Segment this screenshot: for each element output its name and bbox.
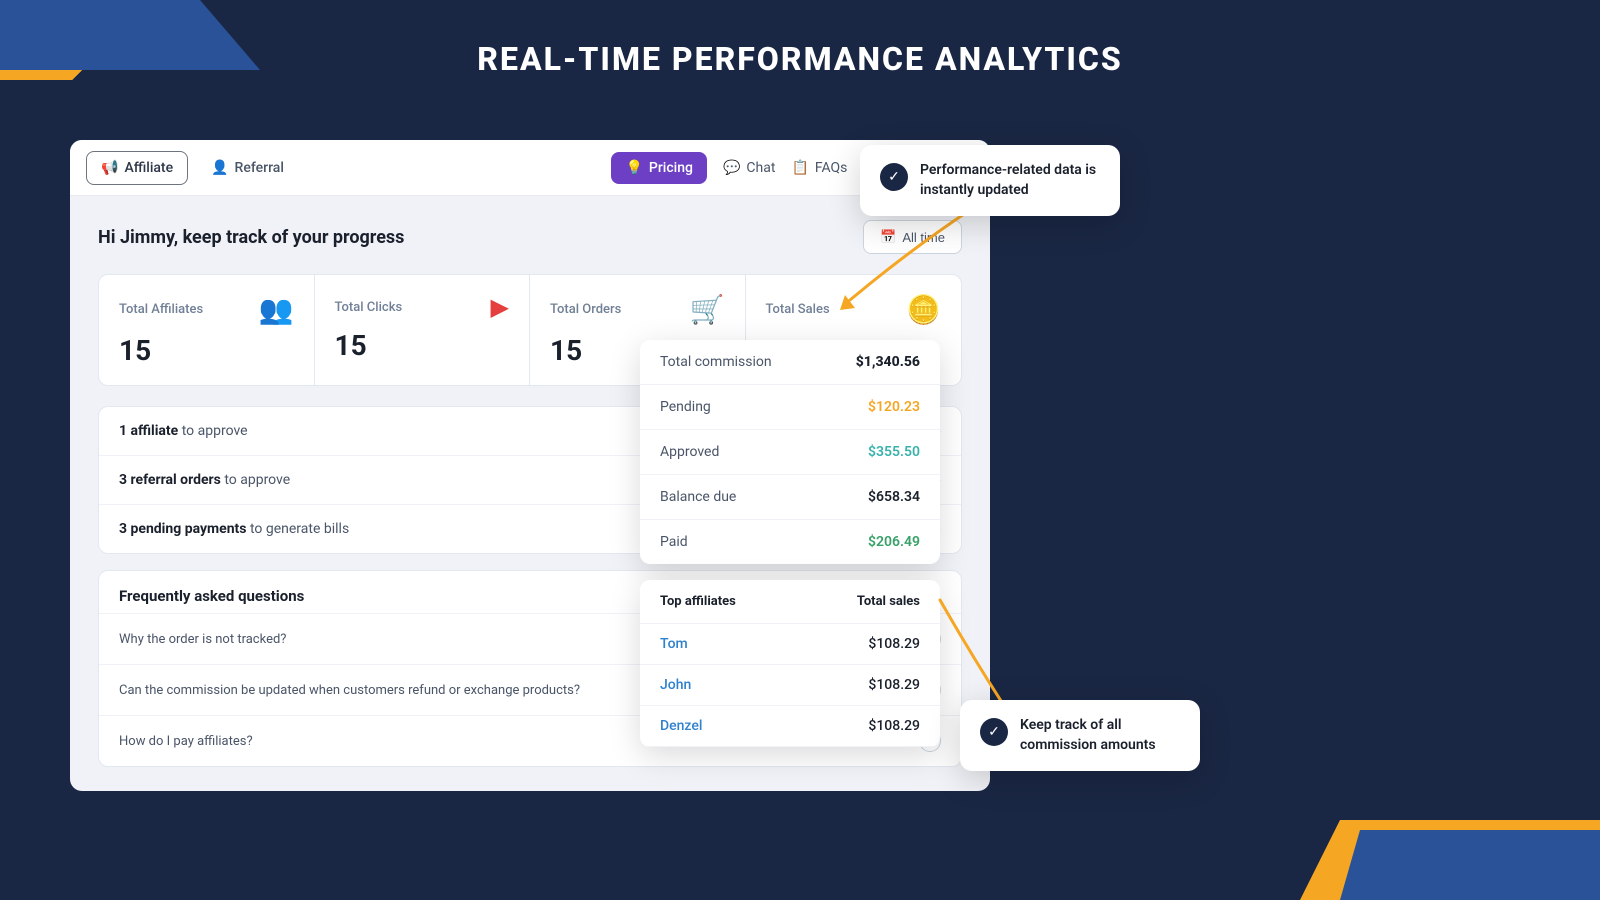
action-bold-affiliate: 1 affiliate bbox=[119, 423, 178, 439]
tab-faqs[interactable]: 📋 FAQs bbox=[791, 160, 847, 176]
page-title: REAL-TIME PERFORMANCE ANALYTICS bbox=[0, 40, 1600, 78]
calendar-icon: 📅 bbox=[880, 229, 896, 245]
users-icon: 👥 bbox=[259, 293, 294, 326]
tab-referral[interactable]: 👤 Referral bbox=[196, 151, 299, 185]
stat-card-clicks: Total Clicks ▶ 15 bbox=[315, 275, 531, 385]
greeting-text: Hi Jimmy, keep track of your progress bbox=[98, 227, 404, 248]
tooltip-performance: ✓ Performance-related data is instantly … bbox=[860, 145, 1120, 216]
check-icon-commission: ✓ bbox=[980, 718, 1008, 746]
tooltip-commission: ✓ Keep track of all commission amounts bbox=[960, 700, 1200, 771]
cursor-icon: ▶ bbox=[491, 293, 509, 321]
action-rest-payments: to generate bills bbox=[250, 521, 349, 537]
faqs-icon: 📋 bbox=[791, 160, 808, 176]
affiliate-row-denzel: Denzel $108.29 bbox=[640, 706, 940, 747]
all-time-button[interactable]: 📅 All time bbox=[863, 220, 962, 254]
tooltip-commission-text: Keep track of all commission amounts bbox=[1020, 716, 1180, 755]
tab-chat[interactable]: 💬 Chat bbox=[723, 160, 775, 176]
tooltip-performance-text: Performance-related data is instantly up… bbox=[920, 161, 1100, 200]
referral-icon: 👤 bbox=[211, 160, 228, 176]
content-header: Hi Jimmy, keep track of your progress 📅 … bbox=[98, 220, 962, 254]
commission-panel: Total commission $1,340.56 Pending $120.… bbox=[640, 340, 940, 564]
affiliate-row-tom: Tom $108.29 bbox=[640, 624, 940, 665]
tab-pricing[interactable]: 💡 Pricing bbox=[611, 152, 707, 184]
stat-card-affiliates: Total Affiliates 👥 15 bbox=[99, 275, 315, 385]
commission-row-approved: Approved $355.50 bbox=[640, 430, 940, 475]
check-icon-performance: ✓ bbox=[880, 163, 908, 191]
action-bold-referral: 3 referral orders bbox=[119, 472, 221, 488]
commission-row-pending: Pending $120.23 bbox=[640, 385, 940, 430]
tab-affiliate[interactable]: 📢 Affiliate bbox=[86, 151, 188, 185]
nav-bar: 📢 Affiliate 👤 Referral 💡 Pricing 💬 Chat … bbox=[70, 140, 990, 196]
stat-value-clicks: 15 bbox=[335, 329, 510, 362]
affiliate-row-john: John $108.29 bbox=[640, 665, 940, 706]
cart-icon: 🛒 bbox=[690, 293, 725, 326]
coins-icon: 🪙 bbox=[906, 293, 941, 326]
action-rest-affiliate: to approve bbox=[182, 423, 248, 439]
commission-row-balance: Balance due $658.34 bbox=[640, 475, 940, 520]
chat-icon: 💬 bbox=[723, 160, 740, 176]
commission-row-paid: Paid $206.49 bbox=[640, 520, 940, 564]
corner-decoration-bottom-right-blue bbox=[1340, 830, 1600, 900]
stat-value-affiliates: 15 bbox=[119, 334, 294, 367]
affiliate-icon: 📢 bbox=[101, 160, 118, 176]
pricing-icon: 💡 bbox=[625, 160, 642, 176]
affiliates-panel: Top affiliates Total sales Tom $108.29 J… bbox=[640, 580, 940, 747]
affiliates-header: Top affiliates Total sales bbox=[640, 580, 940, 624]
action-rest-referral: to approve bbox=[224, 472, 290, 488]
action-bold-payments: 3 pending payments bbox=[119, 521, 246, 537]
commission-row-total: Total commission $1,340.56 bbox=[640, 340, 940, 385]
